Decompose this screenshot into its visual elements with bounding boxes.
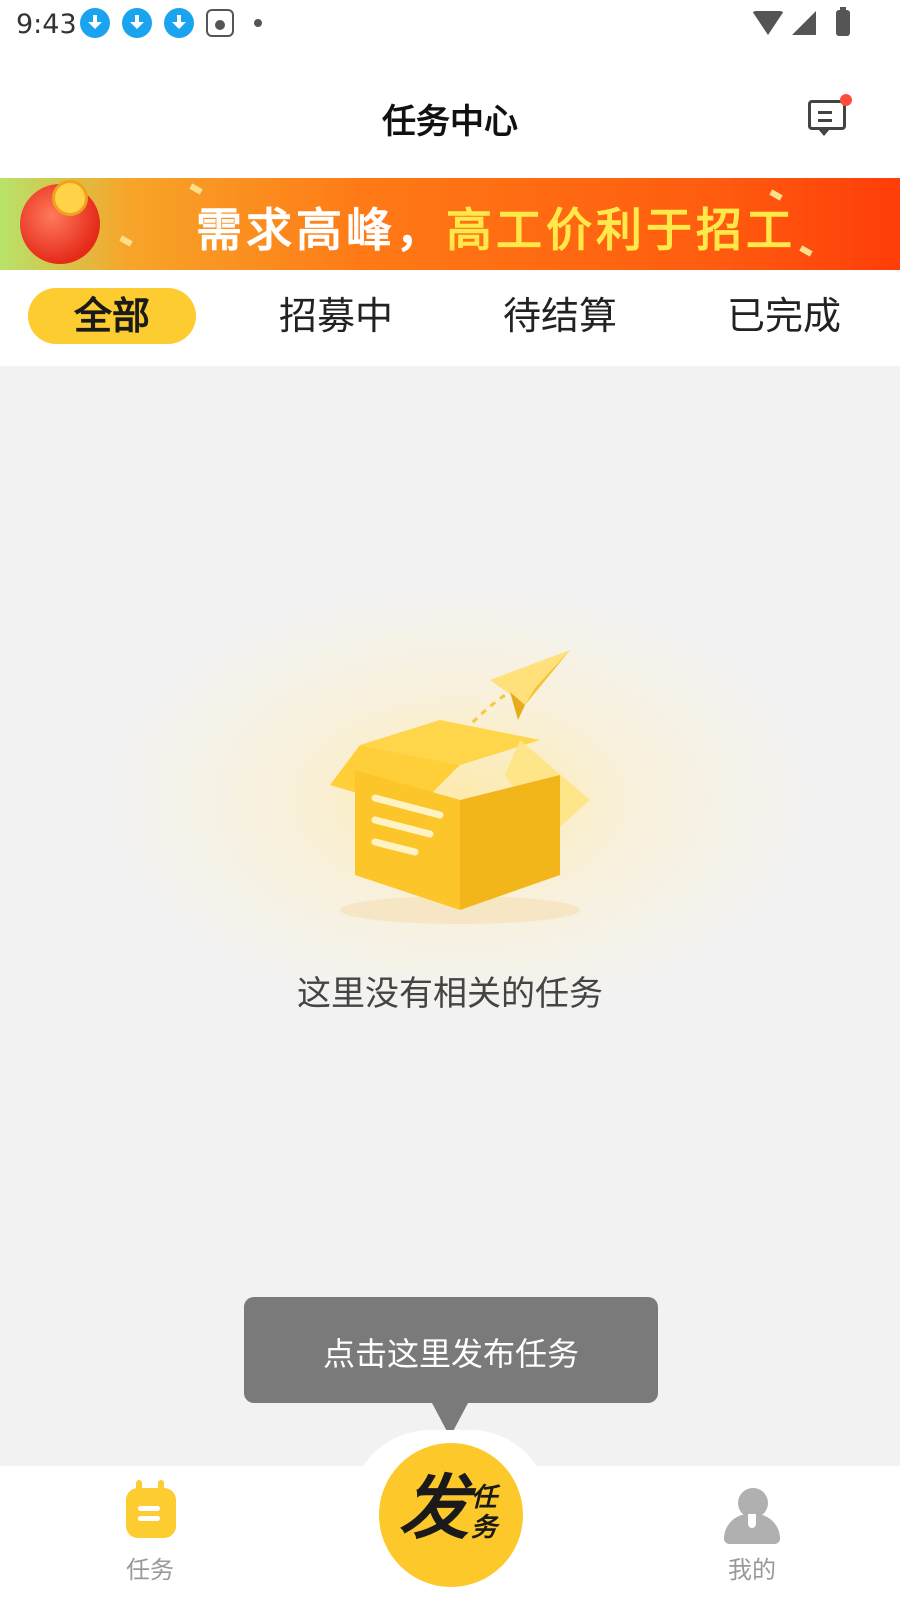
notification-dot: [840, 94, 852, 106]
dot-icon: [254, 19, 262, 27]
filter-tabs: 全部 招募中 待结算 已完成: [0, 270, 900, 366]
publish-tooltip: 点击这里发布任务: [244, 1297, 658, 1403]
empty-box-paper-plane-icon: [330, 650, 590, 924]
coin-icon: [52, 180, 88, 216]
tab-all[interactable]: 全部: [28, 288, 196, 344]
publish-task-button[interactable]: 发 任务: [379, 1443, 523, 1587]
status-bar: 9:43: [0, 0, 900, 48]
task-icon: [126, 1480, 176, 1538]
wifi-icon: [752, 11, 784, 35]
tab-pending-settlement[interactable]: 待结算: [476, 288, 644, 344]
battery-charging-icon: [836, 7, 850, 36]
promo-banner[interactable]: 需求高峰，高工价利于招工: [0, 178, 900, 270]
confetti-decoration: [119, 235, 133, 247]
banner-text-part1: 需求高峰，: [196, 203, 446, 257]
nav-item-tasks[interactable]: 任务: [90, 1480, 210, 1588]
baidu-paw-icon: [206, 9, 234, 37]
confetti-decoration: [799, 245, 813, 257]
nav-label-tasks: 任务: [126, 1556, 174, 1584]
tab-completed[interactable]: 已完成: [700, 288, 868, 344]
header: 任务中心: [0, 48, 900, 178]
signal-icon: [792, 11, 816, 35]
nav-label-mine: 我的: [728, 1556, 776, 1584]
nav-item-mine[interactable]: 我的: [692, 1488, 812, 1588]
publish-button-small-text: 任务: [471, 1483, 498, 1543]
banner-text-part2: 高工价利于招工: [446, 203, 796, 257]
status-icons-left: [80, 8, 262, 38]
confetti-decoration: [189, 183, 203, 195]
message-icon-tail: [818, 129, 830, 136]
publish-button-big-text: 发: [399, 1467, 469, 1549]
download-icon: [164, 8, 194, 38]
download-icon: [122, 8, 152, 38]
download-icon: [80, 8, 110, 38]
page-title: 任务中心: [382, 102, 518, 142]
status-icons-right: [752, 7, 850, 36]
tab-recruiting[interactable]: 招募中: [252, 288, 420, 344]
message-icon: [808, 100, 846, 130]
publish-tooltip-text: 点击这里发布任务: [322, 1335, 579, 1373]
message-button[interactable]: [806, 94, 852, 138]
empty-state-message: 这里没有相关的任务: [297, 974, 603, 1014]
banner-text: 需求高峰，高工价利于招工: [196, 194, 796, 260]
user-icon-body: [724, 1514, 780, 1544]
status-time: 9:43: [16, 9, 77, 40]
